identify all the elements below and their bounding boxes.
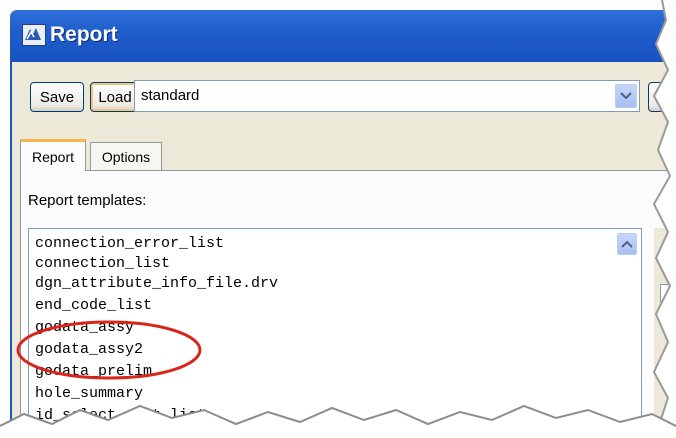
tab-options[interactable]: Options bbox=[90, 142, 162, 170]
template-set-value: standard bbox=[141, 87, 200, 104]
scroll-up-icon[interactable] bbox=[617, 233, 637, 255]
load-button[interactable]: Load bbox=[90, 82, 140, 112]
side-panel-edge bbox=[654, 228, 676, 438]
chevron-down-icon[interactable] bbox=[615, 84, 637, 108]
list-item[interactable]: id_select_part_list bbox=[35, 407, 206, 427]
report-templates-label: Report templates: bbox=[28, 192, 147, 209]
list-item[interactable]: end_code_list bbox=[35, 297, 152, 317]
save-button[interactable]: Save bbox=[30, 82, 84, 112]
side-checkbox[interactable] bbox=[660, 284, 676, 302]
window-title: Report bbox=[50, 23, 118, 46]
title-bar[interactable]: Report bbox=[10, 10, 676, 62]
list-item[interactable]: connection_error_list bbox=[35, 235, 224, 255]
tab-report[interactable]: Report bbox=[20, 139, 86, 171]
list-item[interactable]: hole_summary bbox=[35, 385, 143, 405]
report-app-icon[interactable] bbox=[22, 24, 46, 46]
template-set-select[interactable]: standard bbox=[134, 80, 640, 112]
list-item[interactable]: dgn_attribute_info_file.drv bbox=[35, 275, 278, 295]
highlight-circle bbox=[16, 320, 202, 380]
cut-off-button[interactable]: S bbox=[648, 82, 676, 112]
list-item[interactable]: connection_list bbox=[35, 255, 170, 275]
report-window: Report Save Load standard S Report Optio… bbox=[0, 0, 676, 438]
